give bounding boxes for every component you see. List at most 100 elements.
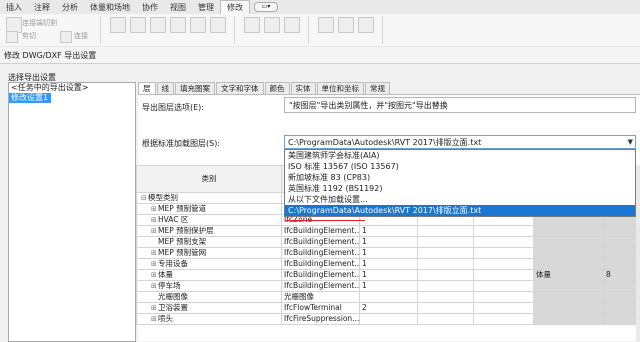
layer-cell[interactable]: IfcFireSuppression... bbox=[281, 313, 360, 325]
mirror-icon[interactable] bbox=[150, 17, 166, 33]
expand-icon[interactable]: ⊞ bbox=[151, 205, 158, 214]
ribbon-tab[interactable]: 体量和场地 bbox=[84, 1, 136, 14]
category-cell[interactable]: MEP 预制支架 bbox=[136, 236, 282, 248]
pin-icon[interactable] bbox=[244, 17, 260, 33]
extra-cell[interactable] bbox=[533, 236, 604, 248]
scale-icon[interactable] bbox=[284, 17, 300, 33]
dialog-tab[interactable]: 常规 bbox=[365, 82, 390, 94]
cell[interactable] bbox=[417, 313, 474, 325]
category-cell[interactable]: ⊞MEP 预制保护层 bbox=[136, 225, 282, 237]
extra2-cell[interactable] bbox=[603, 258, 637, 270]
color-cell[interactable]: 1 bbox=[359, 280, 418, 292]
extra-cell[interactable] bbox=[533, 313, 604, 325]
cell[interactable] bbox=[473, 236, 534, 248]
color-cell[interactable]: 1 bbox=[359, 258, 418, 270]
extra2-cell[interactable] bbox=[603, 313, 637, 325]
ribbon-tab[interactable]: 插入 bbox=[0, 1, 28, 14]
table-row[interactable]: ⊞体量 IfcBuildingElement... 1 体量 8 bbox=[136, 269, 637, 281]
table-row[interactable]: MEP 预制支架 IfcBuildingElement... 1 bbox=[136, 236, 637, 248]
layer-cell[interactable]: 光栅图像 bbox=[281, 291, 360, 303]
category-cell[interactable]: ⊟模型类别 bbox=[136, 192, 282, 204]
extra-cell[interactable] bbox=[533, 258, 604, 270]
category-cell[interactable]: ⊞停车场 bbox=[136, 280, 282, 292]
dialog-tab[interactable]: 文字和字体 bbox=[216, 82, 264, 94]
table-row[interactable]: ⊞停车场 IfcBuildingElement... 1 bbox=[136, 280, 637, 292]
cell[interactable] bbox=[473, 291, 534, 303]
category-cell[interactable]: ⊞MEP 预制管网 bbox=[136, 247, 282, 259]
extra2-cell[interactable] bbox=[603, 302, 637, 314]
export-setting-selected[interactable]: 修改设置1 bbox=[9, 93, 52, 103]
cope-tool-label[interactable]: 连接端切割 bbox=[22, 18, 57, 28]
layer-cell[interactable]: IfcBuildingElement... bbox=[281, 225, 360, 237]
expand-icon[interactable]: ⊞ bbox=[151, 282, 158, 291]
dropdown-option[interactable]: ISO 标准 13567 (ISO 13567) bbox=[285, 161, 635, 172]
cut-tool-label[interactable]: 剪切 bbox=[22, 31, 36, 41]
cell[interactable] bbox=[473, 269, 534, 281]
ribbon-tab[interactable]: 修改 bbox=[220, 0, 250, 14]
layer-cell[interactable]: IfcBuildingElement... bbox=[281, 258, 360, 270]
expand-icon[interactable]: ⊞ bbox=[151, 315, 158, 324]
color-cell[interactable]: 1 bbox=[359, 269, 418, 281]
dialog-tab[interactable]: 颜色 bbox=[264, 82, 290, 94]
dropdown-option[interactable]: C:\ProgramData\Autodesk\RVT 2017\排版立面.tx… bbox=[285, 205, 635, 216]
layer-cell[interactable]: IfcBuildingElement... bbox=[281, 247, 360, 259]
dialog-tab[interactable]: 单位和坐标 bbox=[316, 82, 364, 94]
layer-options-field[interactable]: "按图层"导出类别属性，并"按图元"导出替换 bbox=[284, 97, 636, 113]
extra2-cell[interactable]: 8 bbox=[603, 269, 637, 281]
category-cell[interactable]: ⊞体量 bbox=[136, 269, 282, 281]
extra2-cell[interactable] bbox=[603, 236, 637, 248]
view-icon[interactable] bbox=[318, 17, 334, 33]
rotate-icon[interactable] bbox=[210, 17, 226, 33]
extra-cell[interactable] bbox=[533, 280, 604, 292]
expand-icon[interactable]: ⊞ bbox=[151, 216, 158, 225]
category-cell[interactable]: ⊞专用设备 bbox=[136, 258, 282, 270]
cell[interactable] bbox=[417, 236, 474, 248]
table-row[interactable]: ⊞专用设备 IfcBuildingElement... 1 bbox=[136, 258, 637, 270]
ribbon-tab[interactable]: 管理 bbox=[192, 1, 220, 14]
table-row[interactable]: ⊞喷头 IfcFireSuppression... bbox=[136, 313, 637, 325]
layer-cell[interactable]: IfcBuildingElement... bbox=[281, 236, 360, 248]
layer-cell[interactable]: IfcBuildingElement... bbox=[281, 280, 360, 292]
dropdown-option[interactable]: 从以下文件加载设置... bbox=[285, 194, 635, 205]
expand-icon[interactable]: ⊞ bbox=[151, 304, 158, 313]
category-cell[interactable]: 光栅图像 bbox=[136, 291, 282, 303]
cell[interactable] bbox=[417, 269, 474, 281]
cell[interactable] bbox=[473, 258, 534, 270]
align-icon[interactable] bbox=[110, 17, 126, 33]
expand-icon[interactable]: ⊞ bbox=[151, 260, 158, 269]
join-icon[interactable] bbox=[60, 31, 72, 43]
category-cell[interactable]: ⊞MEP 预制管道 bbox=[136, 203, 282, 215]
create-icon[interactable] bbox=[358, 17, 374, 33]
copy-icon[interactable] bbox=[190, 17, 206, 33]
dropdown-option[interactable]: 新加坡标准 83 (CP83) bbox=[285, 172, 635, 183]
dropdown-option[interactable]: 英国标准 1192 (BS1192) bbox=[285, 183, 635, 194]
dialog-tab[interactable]: 填充图案 bbox=[175, 82, 215, 94]
extra-cell[interactable] bbox=[533, 291, 604, 303]
export-setting-session[interactable]: <任务中的导出设置> bbox=[9, 83, 135, 93]
dialog-tab[interactable]: 实体 bbox=[290, 82, 316, 94]
cell[interactable] bbox=[473, 225, 534, 237]
cell[interactable] bbox=[473, 280, 534, 292]
join-tool-label[interactable]: 连接 bbox=[74, 31, 88, 41]
cell[interactable] bbox=[473, 313, 534, 325]
cell[interactable] bbox=[417, 302, 474, 314]
extra2-cell[interactable] bbox=[603, 247, 637, 259]
color-cell[interactable] bbox=[359, 291, 418, 303]
cell[interactable] bbox=[473, 302, 534, 314]
extra2-cell[interactable] bbox=[603, 280, 637, 292]
extra-cell[interactable] bbox=[533, 225, 604, 237]
export-settings-list[interactable]: <任务中的导出设置> 修改设置1 bbox=[8, 82, 136, 342]
measure-icon[interactable] bbox=[338, 17, 354, 33]
cell[interactable] bbox=[417, 280, 474, 292]
cell[interactable] bbox=[417, 247, 474, 259]
expand-icon[interactable]: ⊞ bbox=[151, 249, 158, 258]
dialog-tab[interactable]: 线 bbox=[156, 82, 174, 94]
move-icon[interactable] bbox=[170, 17, 186, 33]
array-icon[interactable] bbox=[264, 17, 280, 33]
color-cell[interactable]: 1 bbox=[359, 236, 418, 248]
extra2-cell[interactable] bbox=[603, 225, 637, 237]
table-row[interactable]: 光栅图像 光栅图像 bbox=[136, 291, 637, 303]
color-cell[interactable] bbox=[359, 313, 418, 325]
layer-standard-dropdown[interactable]: 美国建筑师学会标准(AIA) ISO 标准 13567 (ISO 13567) 新加… bbox=[284, 149, 636, 217]
category-cell[interactable]: ⊞HVAC 区 bbox=[136, 214, 282, 226]
